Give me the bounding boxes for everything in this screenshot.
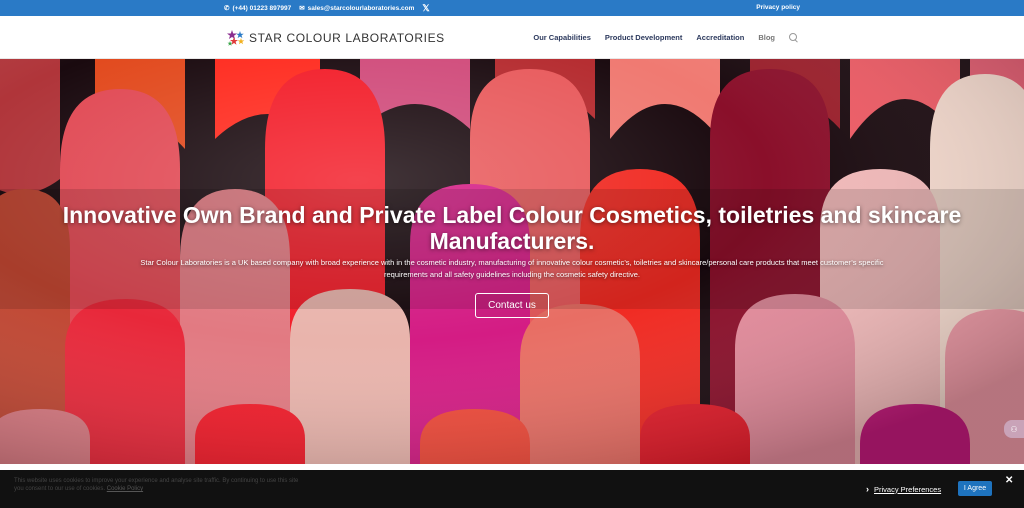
search-icon[interactable] — [789, 33, 798, 42]
cookie-consent-bar: This website uses cookies to improve you… — [0, 470, 1024, 508]
email-link[interactable]: ✉ sales@starcolourlaboratories.com — [299, 4, 415, 13]
email-address: sales@starcolourlaboratories.com — [307, 4, 415, 12]
nav-accreditation[interactable]: Accreditation — [696, 33, 744, 42]
phone-icon: ✆ — [224, 5, 230, 12]
nav-blog[interactable]: Blog — [758, 33, 775, 42]
envelope-icon: ✉ — [299, 5, 305, 12]
contact-us-button[interactable]: Contact us — [475, 293, 549, 318]
phone-number: (+44) 01223 897997 — [232, 4, 292, 12]
star-logo-icon — [227, 30, 245, 46]
site-logo[interactable]: STAR COLOUR LABORATORIES — [226, 28, 445, 48]
hero-section: Innovative Own Brand and Private Label C… — [0, 59, 1024, 464]
cookie-message-text: This website uses cookies to improve you… — [14, 478, 299, 492]
main-nav: Our Capabilities Product Development Acc… — [533, 33, 798, 42]
cookie-policy-link[interactable]: Cookie Policy — [107, 486, 143, 492]
accessibility-widget-icon[interactable]: ⚇ — [1004, 420, 1024, 438]
hero-title: Innovative Own Brand and Private Label C… — [62, 202, 962, 254]
nav-our-capabilities[interactable]: Our Capabilities — [533, 33, 591, 42]
nav-product-development[interactable]: Product Development — [605, 33, 683, 42]
privacy-preferences-label: Privacy Preferences — [874, 484, 942, 494]
logo-text: STAR COLOUR LABORATORIES — [249, 31, 445, 45]
phone-link[interactable]: ✆ (+44) 01223 897997 — [224, 4, 292, 13]
hero-description: Star Colour Laboratories is a UK based c… — [140, 258, 884, 279]
cookie-message: This website uses cookies to improve you… — [14, 477, 304, 493]
x-icon[interactable]: 𝕏 — [422, 4, 429, 13]
site-header: STAR COLOUR LABORATORIES Our Capabilitie… — [0, 16, 1024, 59]
chevron-right-icon: › — [866, 484, 869, 494]
contact-info: ✆ (+44) 01223 897997 ✉ sales@starcolourl… — [224, 4, 430, 13]
top-bar: ✆ (+44) 01223 897997 ✉ sales@starcolourl… — [0, 0, 1024, 16]
privacy-policy-link[interactable]: Privacy policy — [756, 4, 800, 11]
close-icon[interactable]: ✕ — [1005, 475, 1013, 486]
i-agree-button[interactable]: I Agree — [958, 481, 992, 496]
privacy-preferences-link[interactable]: › Privacy Preferences — [866, 484, 941, 494]
